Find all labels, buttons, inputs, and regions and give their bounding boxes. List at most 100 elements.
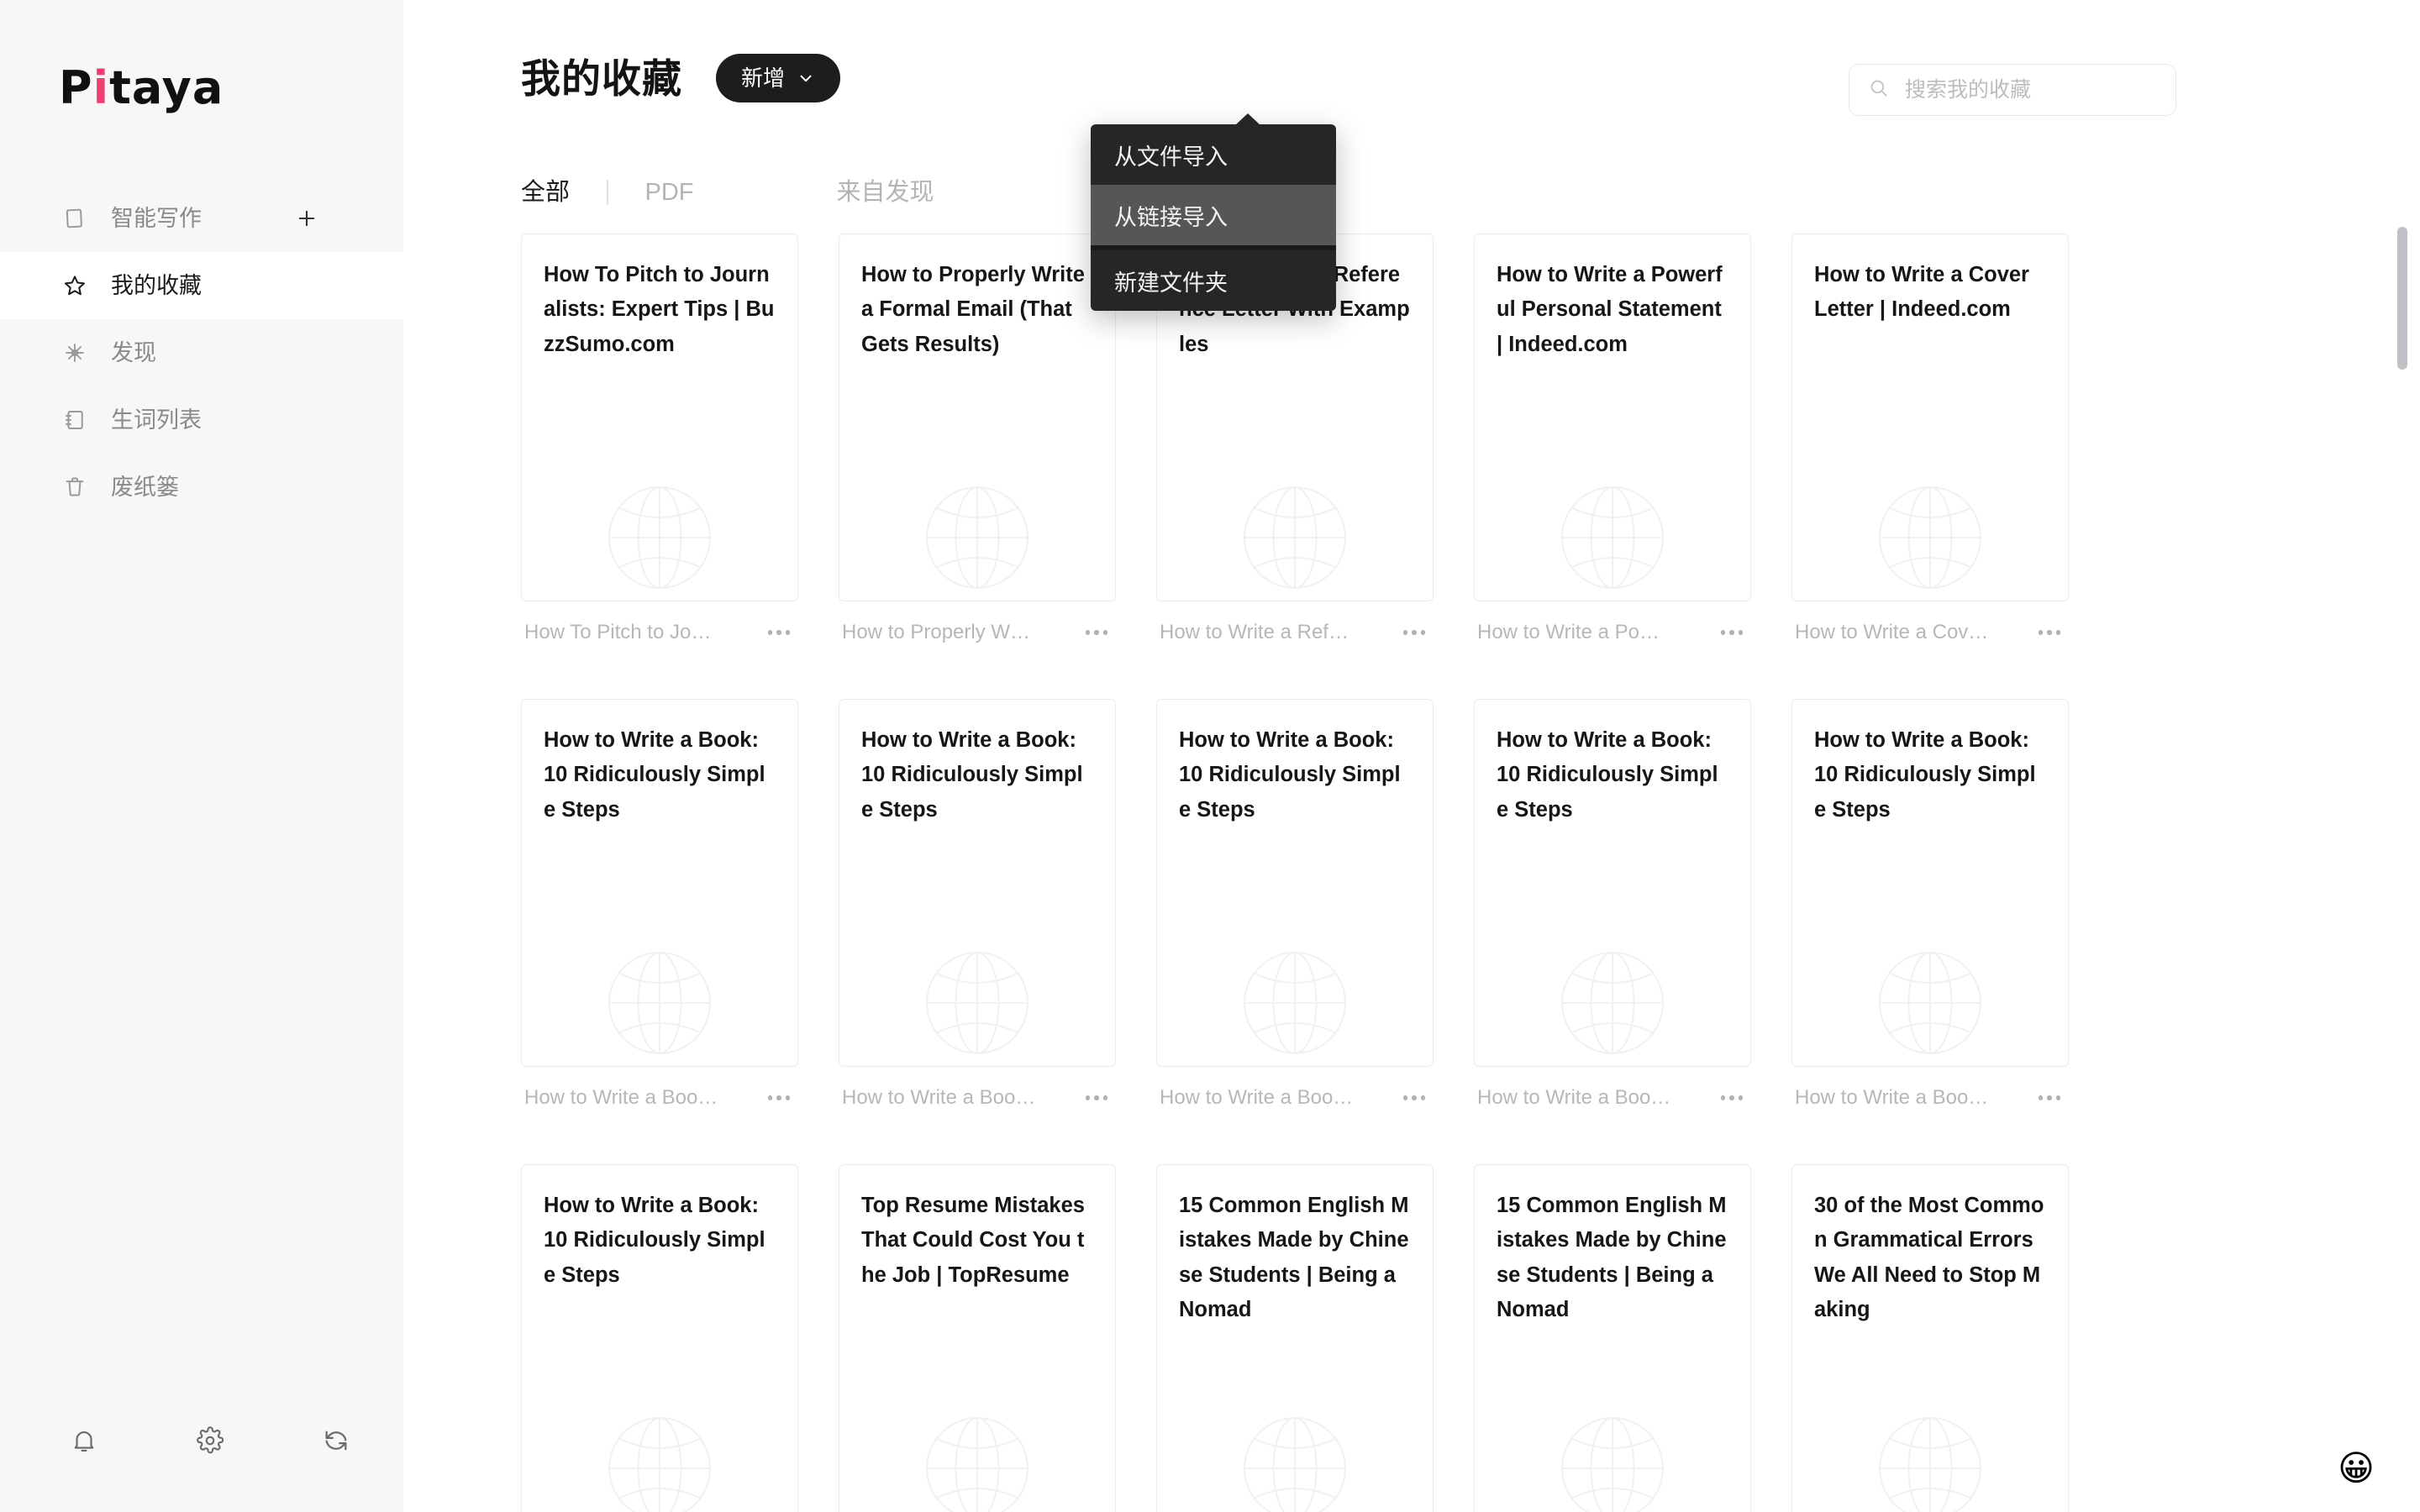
vertical-scrollbar[interactable] xyxy=(2395,0,2410,1512)
favorite-card[interactable]: 30 of the Most Common Grammatical Errors… xyxy=(1791,1164,2069,1512)
globe-icon xyxy=(597,1405,723,1512)
card-footer-label: How to Write a Boo… xyxy=(1795,1088,1989,1108)
sidebar-item-smart-writing[interactable]: 智能写作 xyxy=(0,185,403,252)
gear-icon[interactable] xyxy=(193,1424,227,1457)
brand-part-i: i xyxy=(92,61,110,114)
scrollbar-thumb[interactable] xyxy=(2397,227,2407,370)
sidebar-item-discover[interactable]: 发现 xyxy=(0,319,403,386)
globe-icon xyxy=(914,1405,1040,1512)
card-thumbnail[interactable]: How to Write a Book: 10 Ridiculously Sim… xyxy=(1156,699,1434,1067)
favorite-card[interactable]: How to Write a Book: 10 Ridiculously Sim… xyxy=(521,699,798,1129)
main-inner: 我的收藏 新增 全部 xyxy=(403,0,2420,1512)
sidebar-item-trash[interactable]: 废纸篓 xyxy=(0,454,403,521)
main-content: 我的收藏 新增 全部 xyxy=(403,0,2420,1512)
more-icon[interactable] xyxy=(2035,1089,2065,1107)
favorite-card[interactable]: How to Write a Book: 10 Ridiculously Sim… xyxy=(1156,699,1434,1129)
card-thumbnail[interactable]: How to Write a Book: 10 Ridiculously Sim… xyxy=(1474,699,1751,1067)
more-icon[interactable] xyxy=(1400,623,1429,642)
favorite-card[interactable]: How to Write a Book: 10 Ridiculously Sim… xyxy=(1791,699,2069,1129)
card-footer: How to Write a Boo… xyxy=(839,1067,1116,1129)
favorite-card[interactable]: How to Write a Book: 10 Ridiculously Sim… xyxy=(1474,699,1751,1129)
dropdown-item-import-from-file[interactable]: 从文件导入 xyxy=(1091,124,1336,185)
card-footer-label: How to Write a Cov… xyxy=(1795,622,1989,643)
card-title: How to Write a Book: 10 Ridiculously Sim… xyxy=(1179,728,1401,822)
card-thumbnail[interactable]: How to Write a Book: 10 Ridiculously Sim… xyxy=(839,699,1116,1067)
tab-all[interactable]: 全部 xyxy=(521,180,570,205)
more-icon[interactable] xyxy=(1718,623,1747,642)
sparkle-icon xyxy=(60,339,89,367)
card-thumbnail[interactable]: 15 Common English Mistakes Made by Chine… xyxy=(1156,1164,1434,1512)
sidebar-nav: 智能写作 我的收藏 发现 生词列表 废纸篓 xyxy=(0,185,403,521)
sidebar-item-my-favorites[interactable]: 我的收藏 xyxy=(0,252,403,319)
bell-icon[interactable] xyxy=(67,1424,101,1457)
refresh-icon[interactable] xyxy=(319,1424,353,1457)
card-thumbnail[interactable]: How to Write a Cover Letter | Indeed.com xyxy=(1791,234,2069,601)
brand-text: Pitaya xyxy=(59,66,403,111)
card-title: How to Write a Book: 10 Ridiculously Sim… xyxy=(544,728,765,822)
more-icon[interactable] xyxy=(765,1089,794,1107)
card-footer-label: How to Write a Boo… xyxy=(1160,1088,1354,1108)
more-icon[interactable] xyxy=(2035,623,2065,642)
star-icon xyxy=(60,271,89,300)
notebook-icon xyxy=(60,406,89,434)
globe-icon xyxy=(1867,940,1993,1066)
globe-icon xyxy=(597,940,723,1066)
sidebar-item-label: 智能写作 xyxy=(111,205,202,231)
dropdown-item-new-folder[interactable]: 新建文件夹 xyxy=(1091,250,1336,311)
add-document-button[interactable] xyxy=(292,204,321,233)
card-thumbnail[interactable]: How To Pitch to Journalists: Expert Tips… xyxy=(521,234,798,601)
favorite-card[interactable]: How to Write a Book: 10 Ridiculously Sim… xyxy=(521,1164,798,1512)
tab-from-discover[interactable]: 来自发现 xyxy=(837,180,934,205)
sidebar-item-vocabulary-list[interactable]: 生词列表 xyxy=(0,386,403,454)
card-footer: How to Write a Boo… xyxy=(1156,1067,1434,1129)
more-icon[interactable] xyxy=(1400,1089,1429,1107)
card-footer-label: How to Write a Boo… xyxy=(524,1088,718,1108)
card-thumbnail[interactable]: 30 of the Most Common Grammatical Errors… xyxy=(1791,1164,2069,1512)
favorite-card[interactable]: How to Write a Powerful Personal Stateme… xyxy=(1474,234,1751,664)
more-icon[interactable] xyxy=(1718,1089,1747,1107)
favorite-card[interactable]: How to Properly Write a Formal Email (Th… xyxy=(839,234,1116,664)
card-title: 15 Common English Mistakes Made by Chine… xyxy=(1179,1194,1409,1321)
search-box[interactable] xyxy=(1849,64,2176,116)
search-input[interactable] xyxy=(1905,77,2157,102)
card-thumbnail[interactable]: How to Write a Book: 10 Ridiculously Sim… xyxy=(1791,699,2069,1067)
card-footer: How to Write a Boo… xyxy=(1474,1067,1751,1129)
sidebar-item-label: 我的收藏 xyxy=(111,272,202,298)
favorite-card[interactable]: Top Resume Mistakes That Could Cost You … xyxy=(839,1164,1116,1512)
filter-tabs: 全部 PDF 来自发现 xyxy=(521,156,2420,228)
favorite-card[interactable]: How to Write a Cover Letter | Indeed.com… xyxy=(1791,234,2069,664)
sidebar-item-label: 生词列表 xyxy=(111,407,202,433)
more-icon[interactable] xyxy=(765,623,794,642)
globe-icon xyxy=(1867,475,1993,601)
favorite-card[interactable]: 15 Common English Mistakes Made by Chine… xyxy=(1474,1164,1751,1512)
more-icon[interactable] xyxy=(1082,623,1112,642)
feedback-emoji[interactable]: 😀 xyxy=(2333,1445,2380,1492)
card-title: How to Write a Book: 10 Ridiculously Sim… xyxy=(861,728,1083,822)
favorite-card[interactable]: 15 Common English Mistakes Made by Chine… xyxy=(1156,1164,1434,1512)
card-thumbnail[interactable]: Top Resume Mistakes That Could Cost You … xyxy=(839,1164,1116,1512)
card-thumbnail[interactable]: 15 Common English Mistakes Made by Chine… xyxy=(1474,1164,1751,1512)
card-title: How to Write a Book: 10 Ridiculously Sim… xyxy=(1497,728,1718,822)
sidebar-item-label: 发现 xyxy=(111,339,156,365)
favorite-card[interactable]: How To Pitch to Journalists: Expert Tips… xyxy=(521,234,798,664)
card-title: How To Pitch to Journalists: Expert Tips… xyxy=(544,263,775,356)
card-thumbnail[interactable]: How to Properly Write a Formal Email (Th… xyxy=(839,234,1116,601)
page-title: 我的收藏 xyxy=(521,55,682,101)
card-footer-label: How to Write a Po… xyxy=(1477,622,1660,643)
trash-icon xyxy=(60,473,89,501)
card-title: How to Write a Cover Letter | Indeed.com xyxy=(1814,263,2029,322)
globe-icon xyxy=(914,475,1040,601)
add-new-button[interactable]: 新增 xyxy=(716,54,841,102)
card-thumbnail[interactable]: How to Write a Powerful Personal Stateme… xyxy=(1474,234,1751,601)
card-title: Top Resume Mistakes That Could Cost You … xyxy=(861,1194,1085,1287)
card-footer-label: How to Properly W… xyxy=(842,622,1031,643)
add-new-button-label: 新增 xyxy=(741,66,786,91)
card-title: 30 of the Most Common Grammatical Errors… xyxy=(1814,1194,2044,1321)
card-thumbnail[interactable]: How to Write a Book: 10 Ridiculously Sim… xyxy=(521,699,798,1067)
favorite-card[interactable]: How to Write a Book: 10 Ridiculously Sim… xyxy=(839,699,1116,1129)
dropdown-item-import-from-link[interactable]: 从链接导入 xyxy=(1091,185,1336,245)
add-new-dropdown-menu: 从文件导入 从链接导入 新建文件夹 xyxy=(1091,113,1336,311)
more-icon[interactable] xyxy=(1082,1089,1112,1107)
card-thumbnail[interactable]: How to Write a Book: 10 Ridiculously Sim… xyxy=(521,1164,798,1512)
tab-pdf[interactable]: PDF xyxy=(645,180,694,205)
